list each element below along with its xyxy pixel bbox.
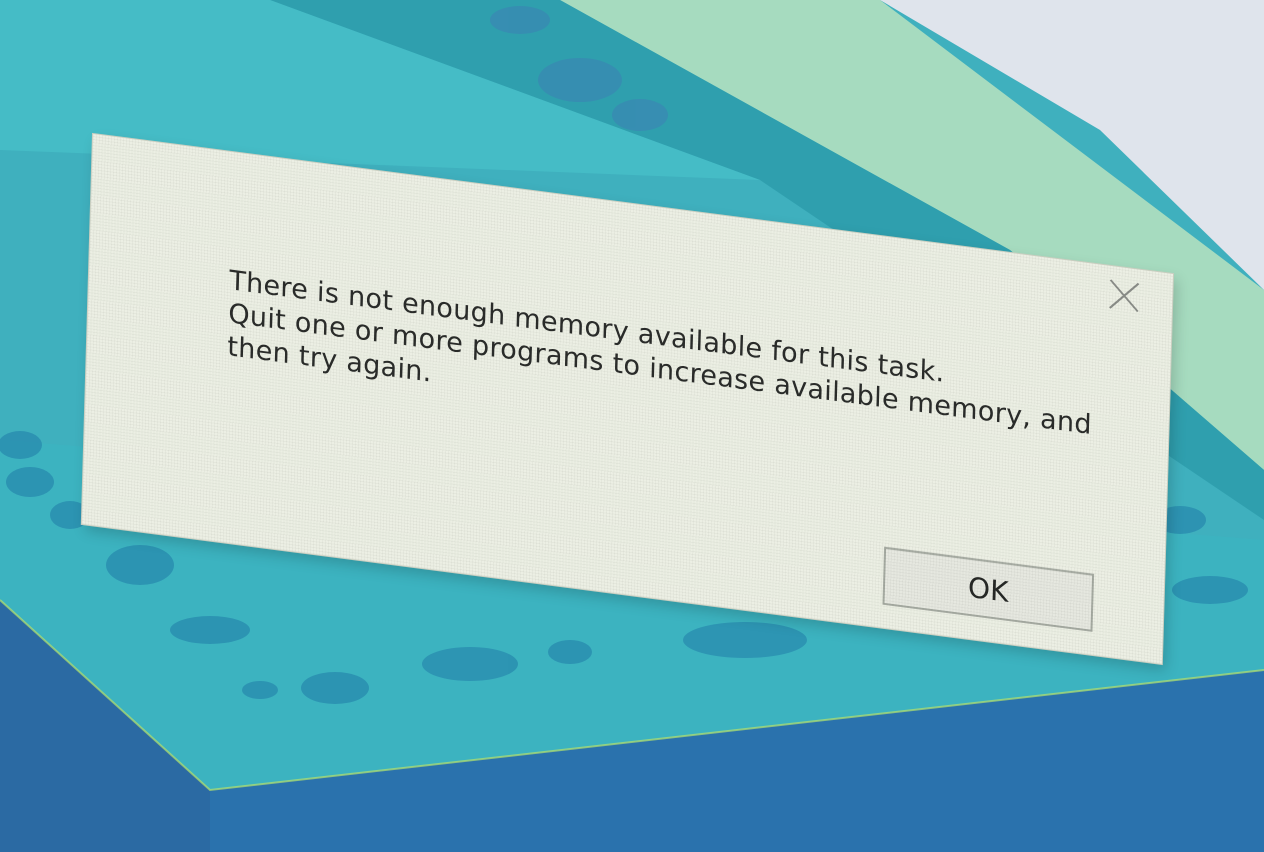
desktop-background: There is not enough memory available for…	[0, 0, 1264, 852]
close-icon	[1109, 279, 1140, 313]
error-message: There is not enough memory available for…	[227, 264, 1092, 472]
ok-button[interactable]: OK	[882, 546, 1095, 632]
close-button[interactable]	[1102, 271, 1147, 321]
ok-button-label: OK	[967, 570, 1009, 609]
